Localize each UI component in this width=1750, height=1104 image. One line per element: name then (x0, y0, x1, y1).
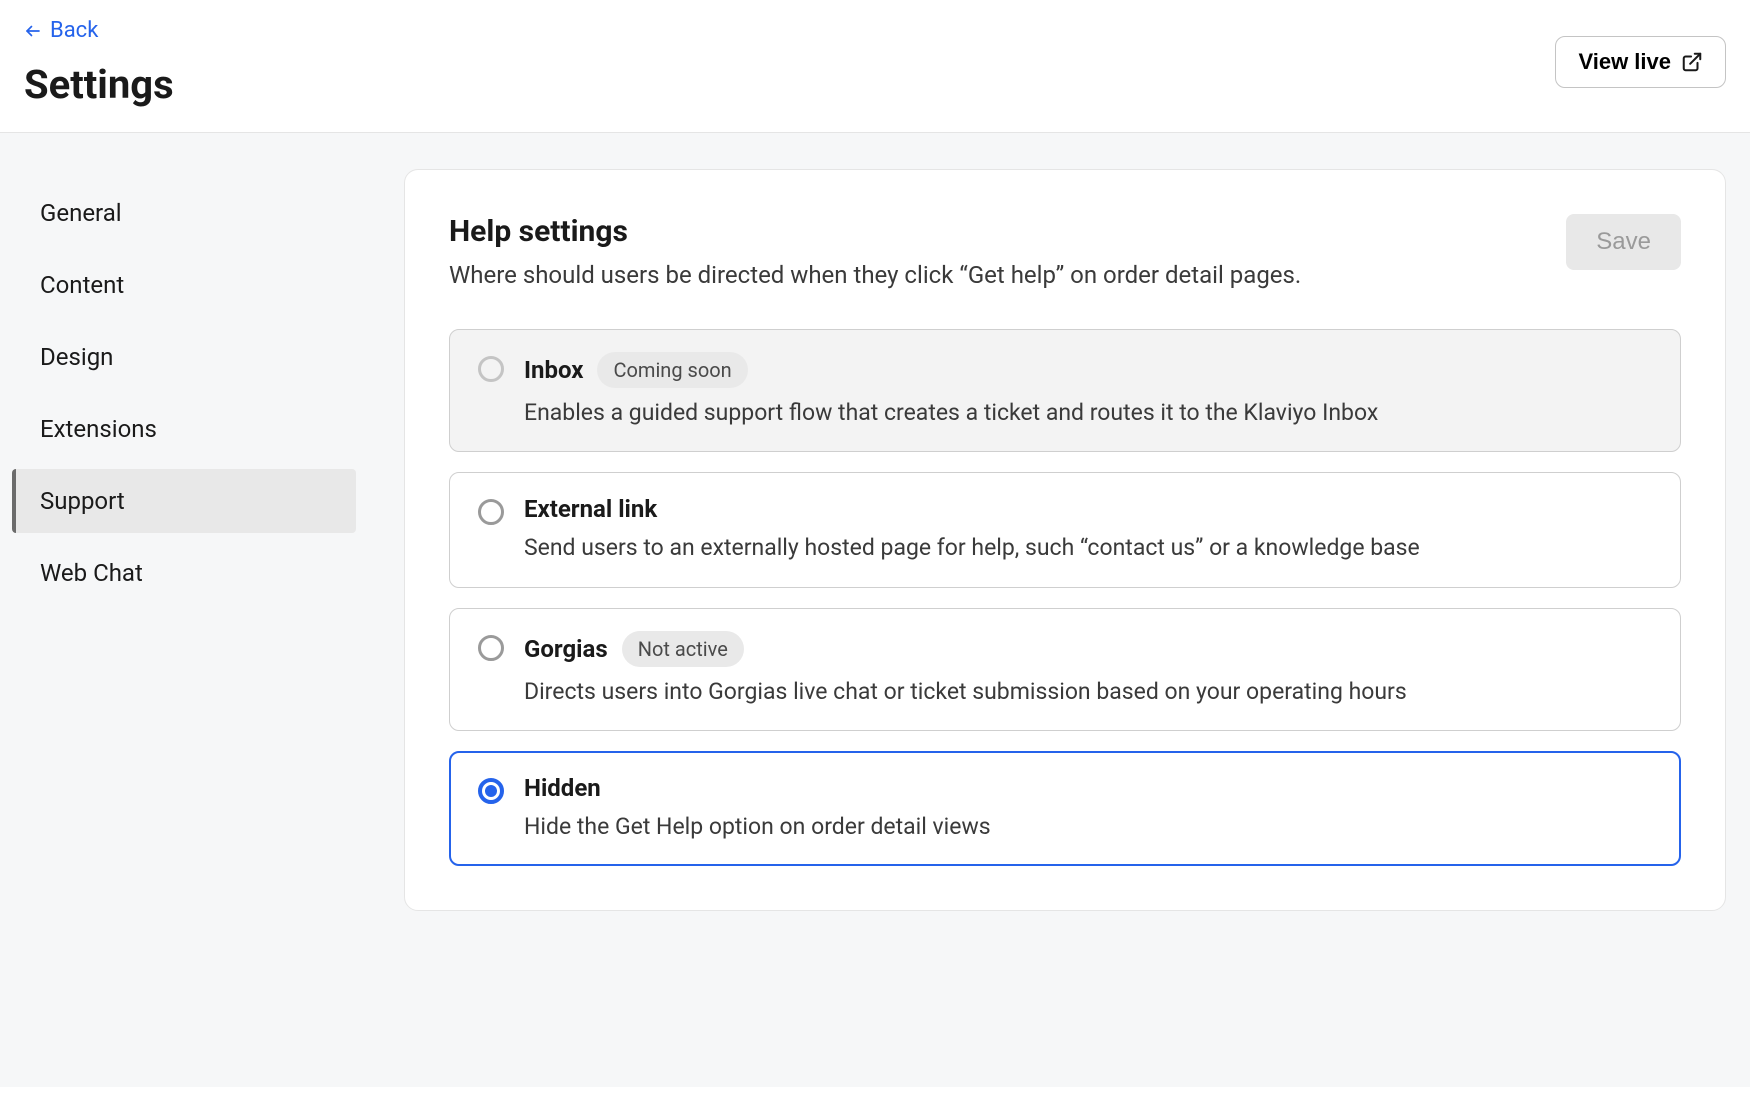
card-header-text: Help settings Where should users be dire… (449, 214, 1301, 289)
radio-inbox (478, 356, 504, 382)
option-desc: Send users to an externally hosted page … (524, 531, 1652, 564)
option-external-link[interactable]: External link Send users to an externall… (449, 472, 1681, 587)
sidebar-item-content[interactable]: Content (12, 253, 356, 317)
option-title: Gorgias (524, 635, 608, 663)
option-title-row: Gorgias Not active (524, 631, 1652, 667)
sidebar-item-label: Design (40, 343, 113, 371)
sidebar-item-label: Content (40, 271, 124, 299)
sidebar-item-label: Support (40, 487, 125, 515)
sidebar-item-support[interactable]: Support (12, 469, 356, 533)
sidebar-item-label: General (40, 199, 122, 227)
sidebar-item-label: Extensions (40, 415, 157, 443)
body-area: General Content Design Extensions Suppor… (0, 133, 1750, 1087)
back-link[interactable]: Back (24, 18, 98, 43)
badge-coming-soon: Coming soon (597, 352, 747, 388)
sidebar-item-web-chat[interactable]: Web Chat (12, 541, 356, 605)
section-subtitle: Where should users be directed when they… (449, 261, 1301, 289)
header-left: Back Settings (24, 18, 1555, 108)
option-desc: Hide the Get Help option on order detail… (524, 810, 1652, 843)
page-title: Settings (24, 61, 1555, 108)
card-header: Help settings Where should users be dire… (449, 214, 1681, 289)
back-label: Back (50, 18, 98, 43)
help-options: Inbox Coming soon Enables a guided suppo… (449, 329, 1681, 866)
option-gorgias[interactable]: Gorgias Not active Directs users into Go… (449, 608, 1681, 731)
sidebar-item-general[interactable]: General (12, 181, 356, 245)
help-settings-card: Help settings Where should users be dire… (404, 169, 1726, 911)
option-title: External link (524, 495, 657, 523)
option-title-row: Hidden (524, 774, 1652, 802)
option-hidden[interactable]: Hidden Hide the Get Help option on order… (449, 751, 1681, 866)
view-live-label: View live (1578, 49, 1671, 75)
option-body: Gorgias Not active Directs users into Go… (524, 631, 1652, 708)
save-button[interactable]: Save (1566, 214, 1681, 270)
option-body: Hidden Hide the Get Help option on order… (524, 774, 1652, 843)
sidebar: General Content Design Extensions Suppor… (0, 133, 380, 1087)
radio-hidden[interactable] (478, 778, 504, 804)
option-inbox: Inbox Coming soon Enables a guided suppo… (449, 329, 1681, 452)
option-desc: Enables a guided support flow that creat… (524, 396, 1652, 429)
option-body: Inbox Coming soon Enables a guided suppo… (524, 352, 1652, 429)
option-title: Inbox (524, 356, 583, 384)
badge-not-active: Not active (622, 631, 744, 667)
option-desc: Directs users into Gorgias live chat or … (524, 675, 1652, 708)
section-title: Help settings (449, 214, 1301, 249)
radio-external-link[interactable] (478, 499, 504, 525)
arrow-left-icon (24, 22, 42, 40)
radio-gorgias[interactable] (478, 635, 504, 661)
external-link-icon (1681, 51, 1703, 73)
view-live-button[interactable]: View live (1555, 36, 1726, 88)
page-header: Back Settings View live (0, 0, 1750, 133)
sidebar-item-design[interactable]: Design (12, 325, 356, 389)
option-body: External link Send users to an externall… (524, 495, 1652, 564)
sidebar-item-extensions[interactable]: Extensions (12, 397, 356, 461)
option-title: Hidden (524, 774, 601, 802)
main-content: Help settings Where should users be dire… (380, 133, 1750, 1087)
sidebar-item-label: Web Chat (40, 559, 143, 587)
option-title-row: External link (524, 495, 1652, 523)
option-title-row: Inbox Coming soon (524, 352, 1652, 388)
